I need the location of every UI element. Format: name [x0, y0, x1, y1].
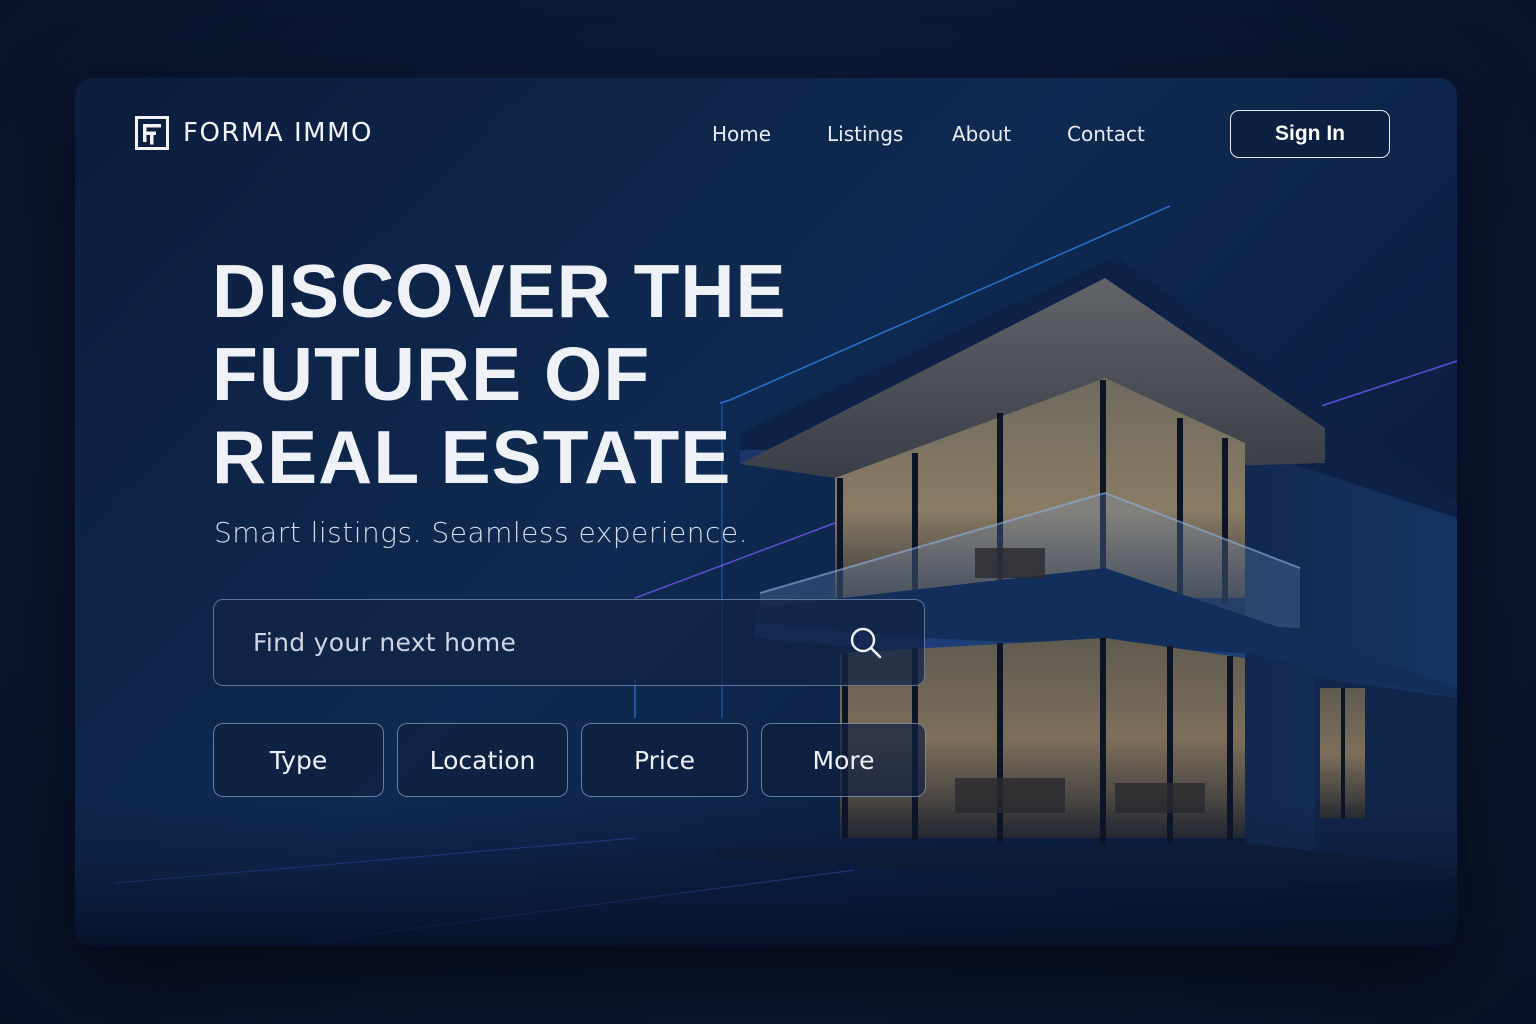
nav-item-listings[interactable]: Listings — [827, 122, 903, 146]
brand-name: FORMA IMMO — [183, 118, 373, 148]
house-illustration — [75, 205, 1457, 946]
filter-price-button[interactable]: Price — [581, 723, 748, 797]
nav-item-contact[interactable]: Contact — [1067, 122, 1145, 146]
search-input[interactable] — [214, 627, 836, 658]
hero-subtitle: Smart listings. Seamless experience. — [214, 516, 749, 549]
nav-item-about[interactable]: About — [952, 122, 1011, 146]
nav-item-home[interactable]: Home — [712, 122, 771, 146]
forma-logo-icon — [135, 116, 169, 150]
headline-line-1: DISCOVER THE — [212, 249, 787, 333]
filter-location-button[interactable]: Location — [397, 723, 568, 797]
hero-card: FORMA IMMO Home Listings About Contact S… — [75, 78, 1457, 946]
filter-type-button[interactable]: Type — [213, 723, 384, 797]
hero-headline: DISCOVER THE FUTURE OF REAL ESTATE — [212, 250, 787, 499]
search-button[interactable] — [836, 613, 896, 673]
brand-logo[interactable]: FORMA IMMO — [135, 116, 373, 150]
search-bar — [213, 599, 925, 686]
search-icon — [850, 627, 882, 658]
headline-line-2: FUTURE OF — [212, 332, 651, 416]
headline-line-3: REAL ESTATE — [212, 415, 732, 499]
page-background: FORMA IMMO Home Listings About Contact S… — [0, 0, 1536, 1024]
filter-more-button[interactable]: More — [761, 723, 926, 797]
sign-in-button[interactable]: Sign In — [1230, 110, 1390, 158]
